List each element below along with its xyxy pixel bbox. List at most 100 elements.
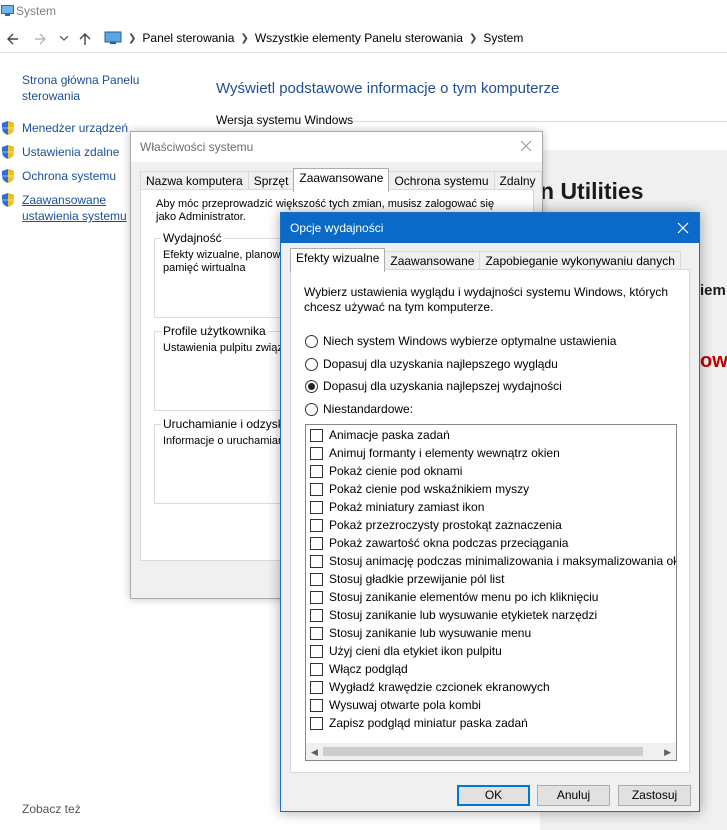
- group-caption: Wydajność: [161, 231, 224, 245]
- breadcrumb-system[interactable]: System: [483, 31, 523, 45]
- shield-icon: [2, 193, 14, 207]
- shield-icon: [2, 145, 14, 159]
- close-icon[interactable]: [518, 138, 534, 154]
- checkbox-item[interactable]: Włącz podgląd: [310, 662, 408, 676]
- checkbox-label: Wygładź krawędzie czcionek ekranowych: [329, 680, 550, 694]
- checkbox-item[interactable]: Wysuwaj otwarte pola kombi: [310, 698, 481, 712]
- radio-circle-selected: [305, 379, 318, 393]
- control-panel-icon: [104, 31, 122, 44]
- radio-let-windows-choose[interactable]: Niech system Windows wybierze optymalne …: [305, 334, 616, 348]
- checkbox[interactable]: [310, 464, 323, 478]
- checkbox[interactable]: [310, 428, 323, 442]
- radio-label: Dopasuj dla uzyskania najlepszego wygląd…: [323, 357, 558, 371]
- checkbox-label: Stosuj gładkie przewijanie pól list: [329, 572, 505, 586]
- checkbox-item[interactable]: Pokaż miniatury zamiast ikon: [310, 500, 484, 514]
- sidebar-item-remote-settings[interactable]: Ustawienia zdalne: [0, 144, 119, 160]
- checkbox-label: Wysuwaj otwarte pola kombi: [329, 698, 481, 712]
- apply-button[interactable]: Zastosuj: [618, 785, 691, 806]
- visual-effects-description: Wybierz ustawienia wyglądu i wydajności …: [304, 285, 669, 314]
- checkbox-label: Stosuj animację podczas minimalizowania …: [329, 554, 677, 568]
- checkbox-label: Pokaż cienie pod wskaźnikiem myszy: [329, 482, 530, 496]
- checkbox[interactable]: [310, 662, 323, 676]
- checkbox[interactable]: [310, 644, 323, 658]
- forward-arrow-icon[interactable]: [33, 32, 47, 46]
- checkbox-item[interactable]: Zapisz podgląd miniatur paska zadań: [310, 716, 528, 730]
- tab-visual-effects[interactable]: Efekty wizualne: [290, 248, 386, 272]
- control-panel-home-link[interactable]: Strona główna Panelu sterowania: [22, 72, 147, 104]
- scrollbar-thumb[interactable]: [323, 747, 643, 756]
- scroll-right-icon[interactable]: ▶: [664, 747, 671, 758]
- sidebar-item-device-manager[interactable]: Menedżer urządzeń: [0, 120, 128, 136]
- checkbox-item[interactable]: Stosuj zanikanie elementów menu po ich k…: [310, 590, 598, 604]
- checkbox-label: Włącz podgląd: [329, 662, 408, 676]
- chevron-down-icon[interactable]: [60, 36, 68, 42]
- checkbox-label: Animuj formanty i elementy wewnątrz okie…: [329, 446, 560, 460]
- checkbox[interactable]: [310, 446, 323, 460]
- shield-icon: [2, 121, 14, 135]
- checkbox-label: Pokaż przezroczysty prostokąt zaznaczeni…: [329, 518, 562, 532]
- checkbox-item[interactable]: Pokaż cienie pod wskaźnikiem myszy: [310, 482, 529, 496]
- checkbox-label: Stosuj zanikanie elementów menu po ich k…: [329, 590, 599, 604]
- oem-utilities-text: n Utilities: [540, 178, 644, 204]
- sidebar-item-label: Zaawansowane ustawienia systemu: [22, 193, 127, 223]
- breadcrumb-separator-icon: ❯: [468, 32, 478, 44]
- divider: [354, 121, 727, 122]
- checkbox[interactable]: [310, 482, 323, 496]
- checkbox-item[interactable]: Pokaż zawartość okna podczas przeciągani…: [310, 536, 568, 550]
- sidebar-item-system-protection[interactable]: Ochrona systemu: [0, 168, 116, 184]
- ok-button[interactable]: OK: [457, 785, 530, 806]
- checkbox-item[interactable]: Stosuj gładkie przewijanie pól list: [310, 572, 504, 586]
- checkbox-item[interactable]: Stosuj animację podczas minimalizowania …: [310, 554, 677, 568]
- checkbox[interactable]: [310, 572, 323, 586]
- radio-best-performance[interactable]: Dopasuj dla uzyskania najlepszej wydajno…: [305, 379, 562, 393]
- tab-advanced[interactable]: Zaawansowane: [293, 168, 390, 192]
- scroll-left-icon[interactable]: ◀: [311, 747, 318, 758]
- checkbox-item[interactable]: Wygładź krawędzie czcionek ekranowych: [310, 680, 550, 694]
- checkbox-item[interactable]: Stosuj zanikanie lub wysuwanie menu: [310, 626, 531, 640]
- radio-custom[interactable]: Niestandardowe:: [305, 402, 413, 416]
- checkbox-label: Zapisz podgląd miniatur paska zadań: [329, 716, 528, 730]
- breadcrumb-separator-icon: ❯: [240, 32, 249, 44]
- checkbox[interactable]: [310, 536, 323, 550]
- checkbox-item[interactable]: Animuj formanty i elementy wewnątrz okie…: [310, 446, 560, 460]
- cancel-button[interactable]: Anuluj: [537, 785, 610, 806]
- shield-icon: [2, 169, 14, 183]
- sidebar-item-advanced-settings[interactable]: Zaawansowane ustawienia systemu: [0, 192, 137, 224]
- checkbox-item[interactable]: Pokaż cienie pod oknami: [310, 464, 462, 478]
- divider: [0, 52, 727, 53]
- radio-best-appearance[interactable]: Dopasuj dla uzyskania najlepszego wygląd…: [305, 357, 558, 371]
- checkbox-label: Użyj cieni dla etykiet ikon pulpitu: [329, 644, 502, 658]
- radio-label: Niestandardowe:: [323, 402, 414, 416]
- close-icon[interactable]: [675, 220, 691, 236]
- checkbox[interactable]: [310, 716, 323, 730]
- checkbox[interactable]: [310, 590, 323, 604]
- checkbox[interactable]: [310, 608, 323, 622]
- checkbox-item[interactable]: Animacje paska zadań: [310, 428, 450, 442]
- checkbox[interactable]: [310, 626, 323, 640]
- checkbox[interactable]: [310, 518, 323, 532]
- oem-text-fragment: iem: [700, 282, 726, 299]
- back-arrow-icon[interactable]: [6, 32, 20, 46]
- group-caption: Profile użytkownika: [161, 324, 268, 338]
- checkbox-item[interactable]: Stosuj zanikanie lub wysuwanie etykietek…: [310, 608, 597, 622]
- checkbox-item[interactable]: Pokaż przezroczysty prostokąt zaznaczeni…: [310, 518, 562, 532]
- visual-effects-list[interactable]: Animacje paska zadań Animuj formanty i e…: [305, 424, 677, 761]
- performance-options-dialog: Opcje wydajności Efekty wizualne Zaawans…: [280, 212, 700, 812]
- dialog-title: Opcje wydajności: [290, 221, 384, 235]
- address-bar: ❯ Panel sterowania ❯ Wszystkie elementy …: [0, 26, 727, 52]
- breadcrumb: ❯ Panel sterowania ❯ Wszystkie elementy …: [104, 31, 523, 45]
- horizontal-scrollbar[interactable]: ◀ ▶: [306, 743, 676, 760]
- breadcrumb-all-items[interactable]: Wszystkie elementy Panelu sterowania: [255, 31, 463, 45]
- breadcrumb-panel[interactable]: Panel sterowania: [142, 31, 234, 45]
- checkbox[interactable]: [310, 500, 323, 514]
- checkbox[interactable]: [310, 680, 323, 694]
- checkbox-item[interactable]: Użyj cieni dla etykiet ikon pulpitu: [310, 644, 502, 658]
- system-icon: [1, 5, 14, 16]
- checkbox-label: Pokaż cienie pod oknami: [329, 464, 463, 478]
- window-titlebar: System: [0, 0, 727, 24]
- window-title: System: [16, 4, 57, 18]
- checkbox[interactable]: [310, 554, 323, 568]
- up-arrow-icon[interactable]: [78, 32, 92, 46]
- checkbox-label: Stosuj zanikanie lub wysuwanie etykietek…: [329, 608, 598, 622]
- checkbox[interactable]: [310, 698, 323, 712]
